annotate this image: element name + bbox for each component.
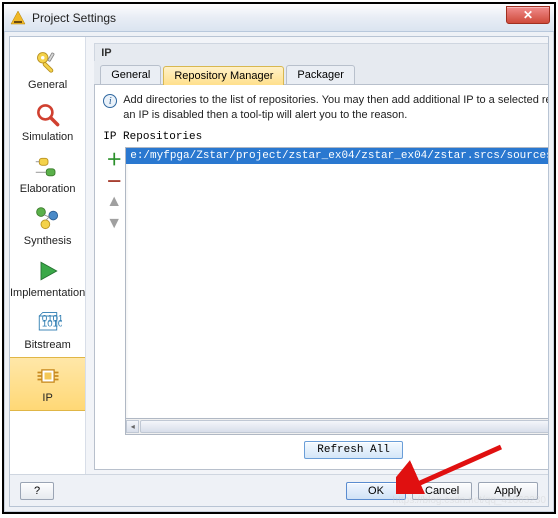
horizontal-scrollbar[interactable]: ◂ ▸ <box>125 419 548 435</box>
move-up-button[interactable]: ▲ <box>105 193 123 211</box>
remove-repo-button[interactable]: － <box>105 171 123 189</box>
chip-icon <box>34 362 62 390</box>
sidebar-label: Simulation <box>22 131 73 143</box>
repo-listbox[interactable]: e:/myfpga/Zstar/project/zstar_ex04/zstar… <box>125 147 548 419</box>
window-title: Project Settings <box>32 11 116 25</box>
repo-label: IP Repositories <box>103 131 548 143</box>
sidebar-item-general[interactable]: General <box>10 45 85 97</box>
titlebar: Project Settings ✕ <box>4 4 554 32</box>
panel-header: IP <box>94 43 548 61</box>
wrench-icon <box>34 49 62 77</box>
sidebar-label: Implementation <box>10 287 85 299</box>
tab-body: i Add directories to the list of reposit… <box>94 85 548 470</box>
repo-list-item[interactable]: e:/myfpga/Zstar/project/zstar_ex04/zstar… <box>126 148 548 164</box>
info-icon: i <box>103 94 117 108</box>
app-icon <box>10 10 26 26</box>
play-icon <box>34 257 62 285</box>
cancel-button[interactable]: Cancel <box>412 482 472 500</box>
sidebar-label: Elaboration <box>20 183 76 195</box>
magnifier-icon <box>34 101 62 129</box>
close-button[interactable]: ✕ <box>506 6 550 24</box>
sidebar-label: General <box>28 79 67 91</box>
sidebar: General Simulation Elaboration Synthesis <box>10 37 86 474</box>
tab-repository-manager[interactable]: Repository Manager <box>163 66 284 85</box>
info-text: Add directories to the list of repositor… <box>123 93 548 123</box>
sidebar-item-ip[interactable]: IP <box>10 357 85 411</box>
add-repo-button[interactable]: ＋ <box>105 149 123 167</box>
tab-general[interactable]: General <box>100 65 161 84</box>
sidebar-item-simulation[interactable]: Simulation <box>10 97 85 149</box>
sidebar-item-elaboration[interactable]: Elaboration <box>10 149 85 201</box>
refresh-all-button[interactable]: Refresh All <box>304 441 403 459</box>
sidebar-item-implementation[interactable]: Implementation <box>10 253 85 305</box>
sidebar-label: Synthesis <box>24 235 72 247</box>
apply-button[interactable]: Apply <box>478 482 538 500</box>
tab-packager[interactable]: Packager <box>286 65 354 84</box>
move-down-button[interactable]: ▼ <box>105 215 123 233</box>
repo-toolbar: ＋ － ▲ ▼ <box>103 147 125 435</box>
ok-button[interactable]: OK <box>346 482 406 500</box>
gates-icon <box>34 153 62 181</box>
sidebar-label: Bitstream <box>24 339 70 351</box>
sidebar-item-bitstream[interactable]: 10100101 Bitstream <box>10 305 85 357</box>
bottom-bar: ? OK Cancel Apply <box>10 474 548 506</box>
sidebar-label: IP <box>42 392 52 404</box>
svg-text:0101: 0101 <box>41 313 61 324</box>
tab-bar: General Repository Manager Packager <box>94 61 548 85</box>
help-button[interactable]: ? <box>20 482 54 500</box>
scroll-thumb[interactable] <box>140 420 548 433</box>
sidebar-item-synthesis[interactable]: Synthesis <box>10 201 85 253</box>
scroll-left-button[interactable]: ◂ <box>126 420 139 433</box>
synthesis-icon <box>34 205 62 233</box>
bitstream-icon: 10100101 <box>34 309 62 337</box>
